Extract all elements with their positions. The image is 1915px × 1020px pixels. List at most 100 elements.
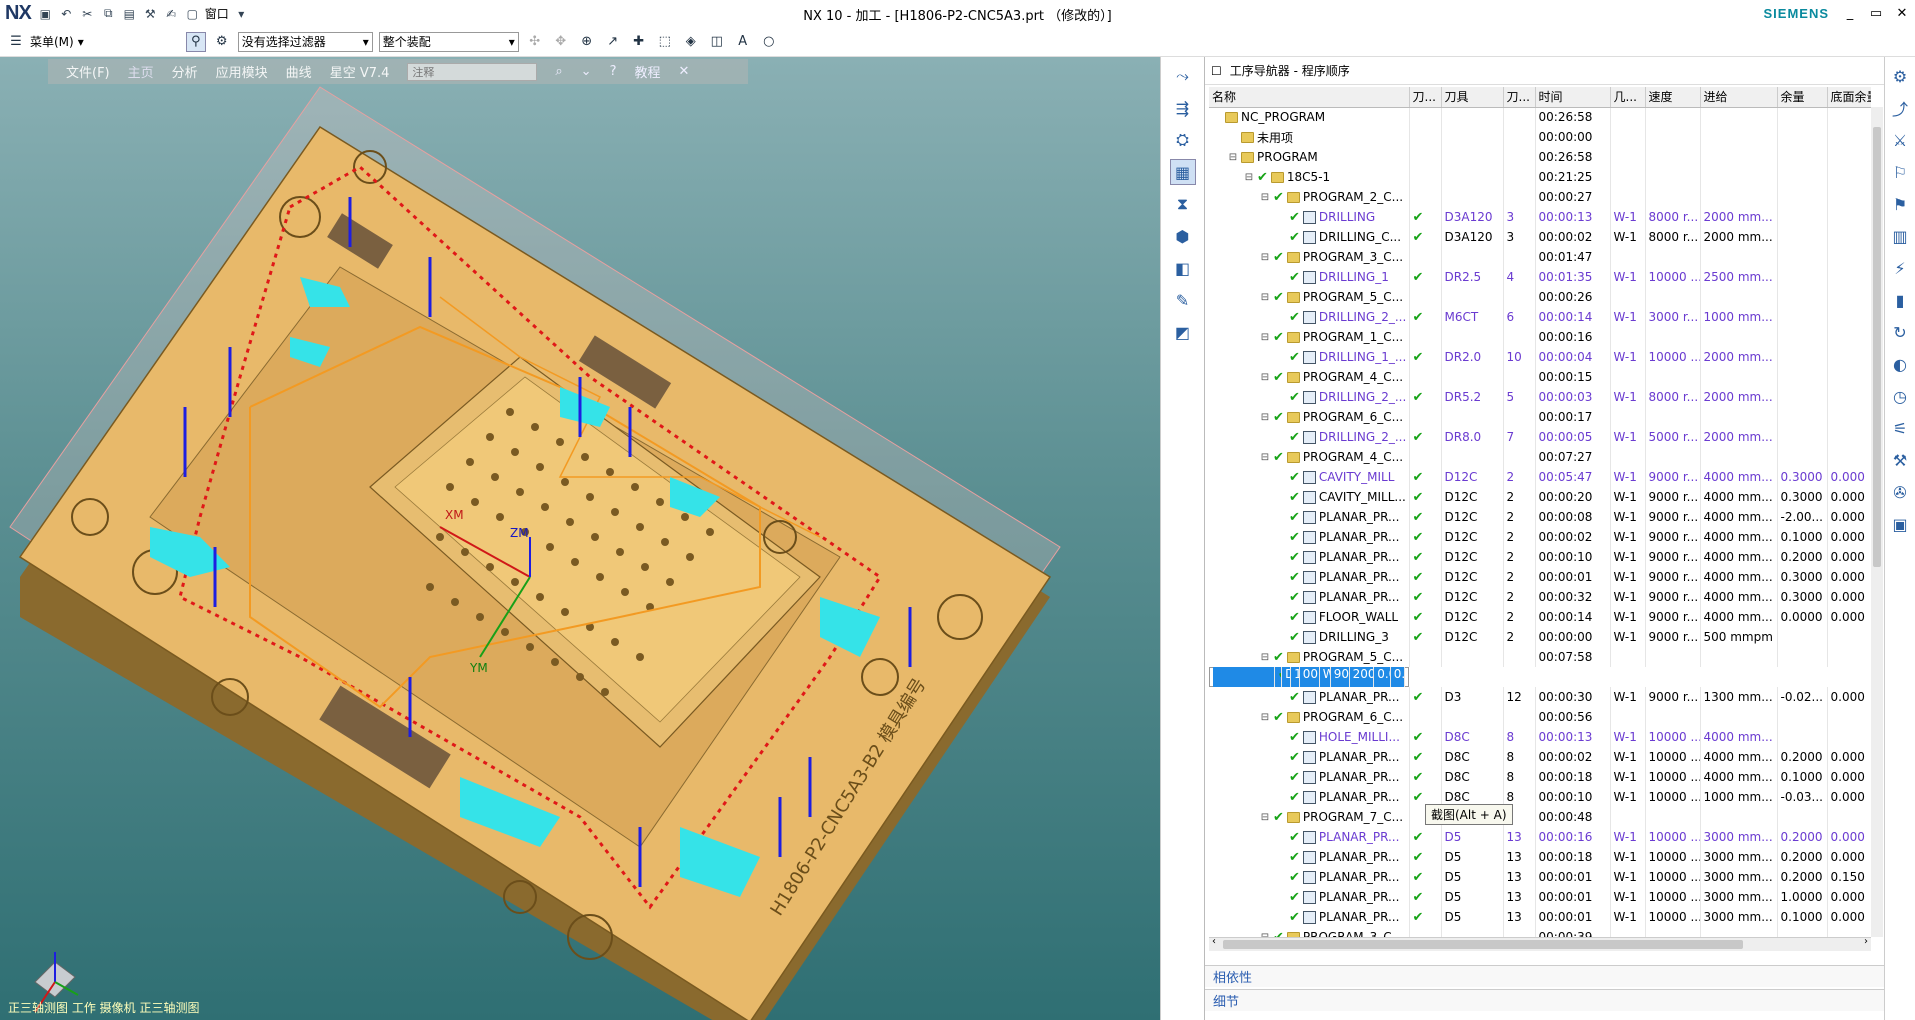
tab-file[interactable]: 文件(F)	[66, 62, 110, 81]
create-geometry-icon[interactable]: ⚐	[1887, 159, 1913, 185]
table-row[interactable]: ✔ DRILLING_C... ✔ D3A120 3 00:00:02 W-1 8000 r.…	[1209, 227, 1871, 247]
row-name-cell[interactable]: ✔ PLANAR_PR...	[1209, 687, 1410, 707]
chevron-down-icon[interactable]: ▾	[233, 5, 250, 22]
graphics-viewport[interactable]: XM ZM YM H1806-P2-CNC5A3-B2 模具编号 文件(F) 主…	[0, 57, 1160, 1020]
tool-library-icon[interactable]: ⚒	[1887, 447, 1913, 473]
row-name-cell[interactable]: ✔ DRILLING_1	[1209, 267, 1410, 287]
row-name-cell[interactable]: ⊟ ✔ PROGRAM_4_C...	[1209, 447, 1410, 467]
table-row[interactable]: ⊟ ✔ PROGRAM_6_C... 00:00:56	[1209, 707, 1871, 727]
table-row[interactable]: ✔ PLANAR_PR... ✔ D3 12 00:00:30 W-1 9000 r... 13…	[1209, 687, 1871, 707]
col-stock[interactable]: 余量	[1777, 87, 1828, 108]
row-name-cell[interactable]: ⊟ ✔ PROGRAM_6_C...	[1209, 407, 1410, 427]
row-name-cell[interactable]: ✔CAVITY_MILL...	[1213, 667, 1275, 687]
details-section[interactable]: 细节	[1205, 989, 1885, 1011]
collapse-toggle-icon[interactable]: ⊟	[1260, 292, 1270, 303]
row-name-cell[interactable]: ✔ PLANAR_PR...	[1209, 787, 1410, 807]
row-name-cell[interactable]: ✔ DRILLING	[1209, 207, 1410, 227]
create-tool-icon[interactable]: ⚔	[1887, 127, 1913, 153]
table-row[interactable]: ✔ PLANAR_PR... ✔ D5 13 00:00:01 W-1 10000 ... 30…	[1209, 907, 1871, 927]
table-row[interactable]: ⊟ ✔ PROGRAM_6_C... 00:00:17	[1209, 407, 1871, 427]
collapse-toggle-icon[interactable]: ⊟	[1260, 252, 1270, 263]
row-name-cell[interactable]: ⊟ ✔ PROGRAM_3_C...	[1209, 927, 1410, 937]
postprocess-icon[interactable]: ↻	[1887, 319, 1913, 345]
settings-icon[interactable]: ⚙	[1887, 63, 1913, 89]
cube-view-icon[interactable]: ◫	[707, 32, 727, 52]
row-name-cell[interactable]: ✔ PLANAR_PR...	[1209, 847, 1410, 867]
quick-pick-icon[interactable]: ⊕	[577, 32, 597, 52]
point-icon[interactable]: ✚	[629, 32, 649, 52]
table-row[interactable]: ✔ PLANAR_PR... ✔ D12C 2 00:00:01 W-1 9000 r... 4…	[1209, 567, 1871, 587]
table-row[interactable]: ⊟ ✔ PROGRAM_7_C... 00:00:48	[1209, 807, 1871, 827]
row-name-cell[interactable]: ✔ DRILLING_1_...	[1209, 347, 1410, 367]
row-name-cell[interactable]: ✔ DRILLING_C...	[1209, 227, 1410, 247]
row-name-cell[interactable]: ✔ PLANAR_PR...	[1209, 747, 1410, 767]
type-filter-select[interactable]: 没有选择过滤器 ▾	[237, 31, 373, 52]
row-name-cell[interactable]: ⊟ ✔ PROGRAM_5_C...	[1209, 287, 1410, 307]
tab-xingkong[interactable]: 星空 V7.4	[330, 62, 390, 81]
table-row[interactable]: NC_PROGRAM 00:26:58	[1209, 107, 1871, 127]
collapse-toggle-icon[interactable]: ⊟	[1260, 652, 1270, 663]
scroll-right-icon[interactable]: ›	[1864, 936, 1868, 947]
row-name-cell[interactable]: ✔ PLANAR_PR...	[1209, 827, 1410, 847]
row-name-cell[interactable]: ✔ PLANAR_PR...	[1209, 527, 1410, 547]
row-name-cell[interactable]: ⊟ PROGRAM	[1209, 147, 1410, 167]
row-name-cell[interactable]: ✔ FLOOR_WALL	[1209, 607, 1410, 627]
collapse-toggle-icon[interactable]: ⊟	[1244, 172, 1254, 183]
table-row[interactable]: ⊟ ✔ 18C5-1 00:21:25	[1209, 167, 1871, 187]
row-name-cell[interactable]: ✔ PLANAR_PR...	[1209, 767, 1410, 787]
table-row[interactable]: ✔ PLANAR_PR... ✔ D5 13 00:00:16 W-1 10000 ... 30…	[1209, 827, 1871, 847]
machine-tool-navigator-icon[interactable]: ⤳	[1170, 63, 1196, 89]
tab-analysis[interactable]: 分析	[172, 62, 198, 81]
restore-button[interactable]: ▭	[1863, 0, 1889, 27]
table-row[interactable]: ✔ PLANAR_PR... ✔ D5 13 00:00:01 W-1 10000 ... 30…	[1209, 867, 1871, 887]
snap-point-icon[interactable]: ✥	[551, 32, 571, 52]
col-speed[interactable]: 速度	[1645, 87, 1701, 108]
program-order-navigator-icon[interactable]: ⇶	[1170, 95, 1196, 121]
help-icon[interactable]: ?	[610, 64, 617, 79]
col-tool-number[interactable]: 刀...	[1503, 87, 1536, 108]
row-name-cell[interactable]: ✔ PLANAR_PR...	[1209, 587, 1410, 607]
row-name-cell[interactable]: ✔ HOLE_MILLI...	[1209, 727, 1410, 747]
web-browser-icon[interactable]: ◩	[1170, 319, 1196, 345]
touch-icon[interactable]: ✍	[163, 5, 180, 22]
table-row[interactable]: ✔ DRILLING ✔ D3A120 3 00:00:13 W-1 8000 r... 200…	[1209, 207, 1871, 227]
table-row[interactable]: ✔ PLANAR_PR... ✔ D12C 2 00:00:10 W-1 9000 r... 4…	[1209, 547, 1871, 567]
shaded-icon[interactable]: ◈	[681, 32, 701, 52]
row-name-cell[interactable]: ✔ DRILLING_2_...	[1209, 307, 1410, 327]
row-name-cell[interactable]: ⊟ ✔ PROGRAM_2_C...	[1209, 187, 1410, 207]
table-row[interactable]: ✔ PLANAR_PR... ✔ D5 13 00:00:01 W-1 10000 ... 30…	[1209, 887, 1871, 907]
close-button[interactable]: ✕	[1889, 0, 1915, 27]
table-row[interactable]: ✔ DRILLING_2_... ✔ M6CT 6 00:00:14 W-1 3000 r..…	[1209, 307, 1871, 327]
shop-doc-icon[interactable]: ◐	[1887, 351, 1913, 377]
table-row[interactable]: ✔ DRILLING_2_... ✔ DR8.0 7 00:00:05 W-1 5000 r.…	[1209, 427, 1871, 447]
pick-arrow-icon[interactable]: ↗	[603, 32, 623, 52]
vscroll-thumb[interactable]	[1873, 127, 1881, 567]
paste-icon[interactable]: ▤	[121, 5, 138, 22]
table-row[interactable]: ✔ CAVITY_MILL... ✔ D12C 2 00:00:20 W-1 9000 r..…	[1209, 487, 1871, 507]
row-name-cell[interactable]: 未用项	[1209, 127, 1410, 147]
row-name-cell[interactable]: ⊟ ✔ PROGRAM_6_C...	[1209, 707, 1410, 727]
window-menu[interactable]: 窗口	[205, 5, 229, 22]
vertical-scrollbar[interactable]	[1871, 107, 1883, 937]
col-tool[interactable]: 刀具	[1441, 87, 1504, 108]
row-name-cell[interactable]: ✔ DRILLING_3	[1209, 627, 1410, 647]
row-name-cell[interactable]: ⊟ ✔ 18C5-1	[1209, 167, 1410, 187]
collapse-toggle-icon[interactable]: ⊟	[1260, 452, 1270, 463]
part-navigator-icon[interactable]: ⬢	[1170, 223, 1196, 249]
minimize-button[interactable]: _	[1837, 0, 1863, 27]
col-name[interactable]: 名称	[1209, 87, 1410, 108]
cut-icon[interactable]: ✂	[79, 5, 96, 22]
row-name-cell[interactable]: ⊟ ✔ PROGRAM_5_C...	[1209, 647, 1410, 667]
circle-icon[interactable]: ○	[759, 32, 779, 52]
collapse-toggle-icon[interactable]: ⊟	[1260, 712, 1270, 723]
collapse-toggle-icon[interactable]: ⊟	[1260, 192, 1270, 203]
transform-icon[interactable]: ✇	[1887, 479, 1913, 505]
operation-navigator-icon[interactable]: ▦	[1169, 159, 1196, 185]
geometry-view-icon[interactable]: ⛭	[1170, 127, 1196, 153]
table-row[interactable]: ✔ PLANAR_PR... ✔ D8C 8 00:00:02 W-1 10000 ... 40…	[1209, 747, 1871, 767]
save-icon[interactable]: ▣	[37, 5, 54, 22]
undo-icon[interactable]: ↶	[58, 5, 75, 22]
row-name-cell[interactable]: ✔ DRILLING_2_...	[1209, 387, 1410, 407]
table-row[interactable]: ✔ DRILLING_3 ✔ D12C 2 00:00:00 W-1 9000 r... 500…	[1209, 627, 1871, 647]
panel-pin-icon[interactable]: ☐	[1211, 64, 1222, 78]
